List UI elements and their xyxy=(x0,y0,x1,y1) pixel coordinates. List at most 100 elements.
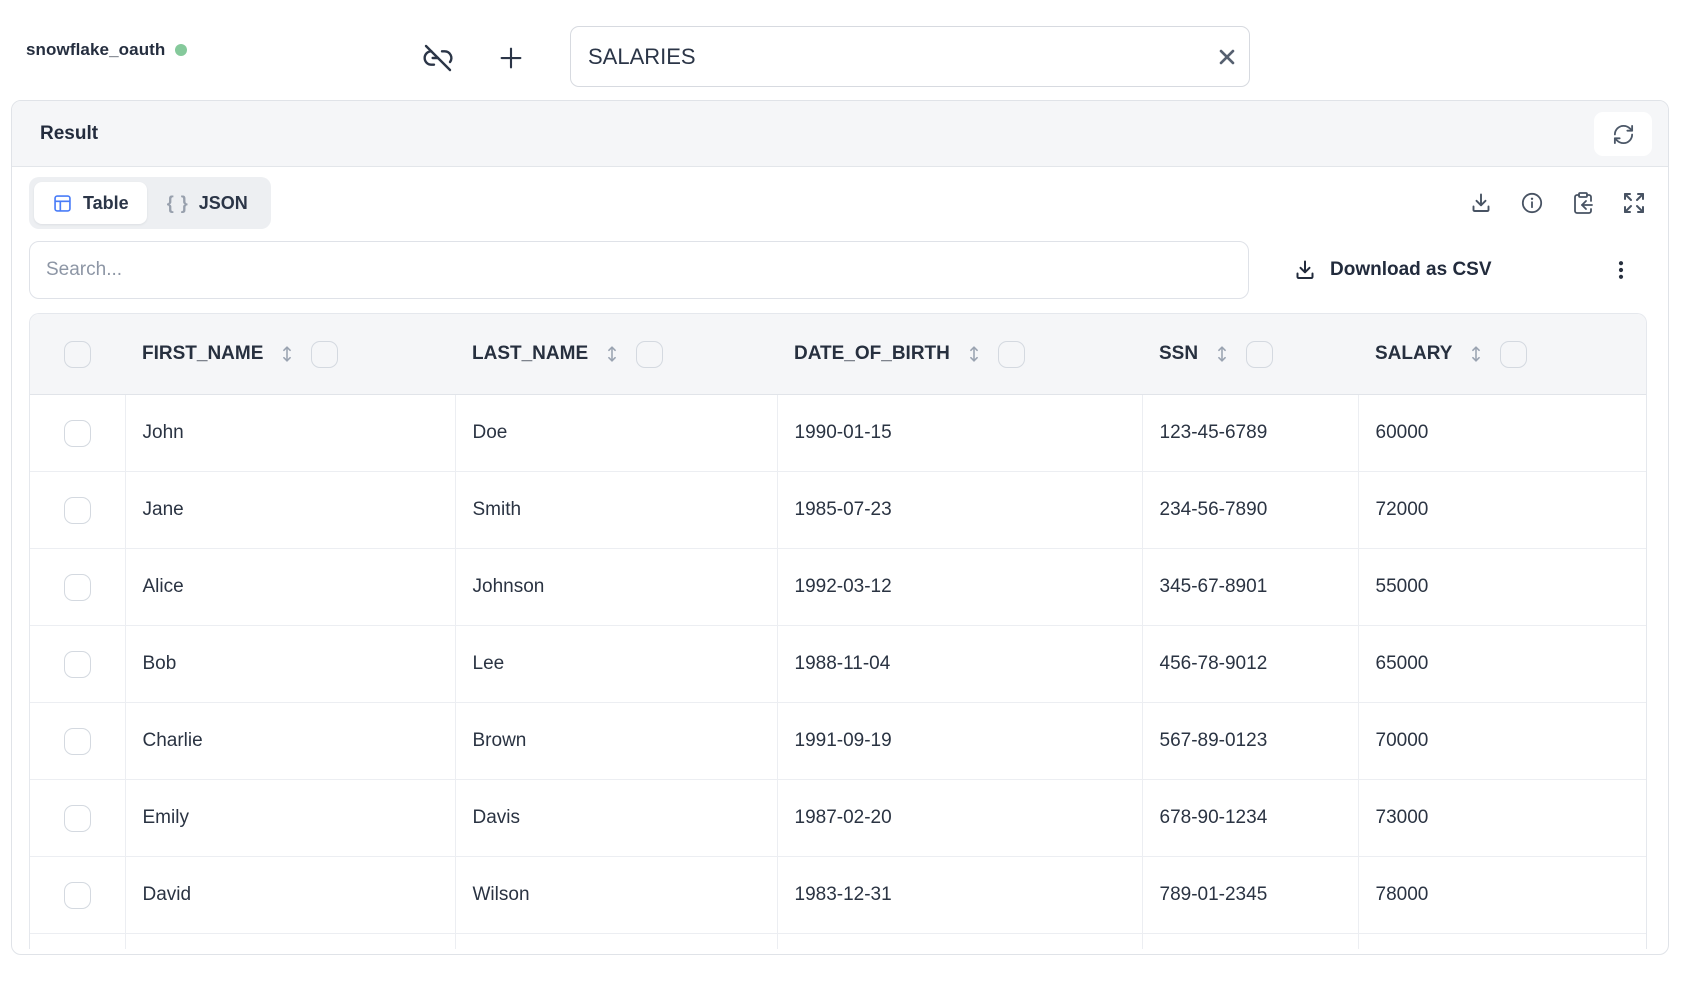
connection-status-dot xyxy=(175,44,187,56)
table-cell: 1983-12-31 xyxy=(777,857,1142,934)
table-body: JohnDoe1990-01-15123-45-678960000JaneSmi… xyxy=(30,395,1647,950)
table-row: JohnDoe1990-01-15123-45-678960000 xyxy=(30,395,1647,472)
table-grid-icon xyxy=(52,193,73,214)
table-cell: Brown xyxy=(455,703,777,780)
table-cell: Lee xyxy=(455,626,777,703)
result-action-icons xyxy=(1469,191,1646,215)
row-checkbox[interactable] xyxy=(64,574,91,601)
download-icon[interactable] xyxy=(1469,191,1493,215)
table-cell: Smith xyxy=(455,472,777,549)
search-toolbar: Download as CSV xyxy=(29,241,1647,299)
sort-icon[interactable] xyxy=(1465,343,1487,365)
column-checkbox[interactable] xyxy=(1246,341,1273,368)
result-table-wrap: FIRST_NAMELAST_NAMEDATE_OF_BIRTHSSNSALAR… xyxy=(29,313,1647,949)
table-cell: 60000 xyxy=(1358,395,1647,472)
unlink-icon[interactable] xyxy=(418,38,458,78)
download-icon xyxy=(1293,258,1317,282)
table-cell: 456-78-9012 xyxy=(1142,626,1358,703)
table-cell: David xyxy=(125,857,455,934)
more-options-icon[interactable] xyxy=(1609,258,1633,282)
table-cell: Wilson xyxy=(455,857,777,934)
download-csv-label: Download as CSV xyxy=(1330,259,1492,281)
add-tab-icon[interactable] xyxy=(492,38,530,78)
table-row: DavidWilson1983-12-31789-01-234578000 xyxy=(30,857,1647,934)
table-cell: Jane xyxy=(125,472,455,549)
table-row: AliceJohnson1992-03-12345-67-890155000 xyxy=(30,549,1647,626)
table-cell: 73000 xyxy=(1358,780,1647,857)
table-name-field xyxy=(570,26,1250,87)
clear-input-icon[interactable] xyxy=(1205,27,1249,86)
table-cell: 65000 xyxy=(1358,626,1647,703)
refresh-icon xyxy=(1612,123,1635,146)
table-cell: Doe xyxy=(455,395,777,472)
tab-table-label: Table xyxy=(83,193,129,214)
column-header-label: LAST_NAME xyxy=(472,343,588,365)
result-table: FIRST_NAMELAST_NAMEDATE_OF_BIRTHSSNSALAR… xyxy=(30,314,1647,949)
table-cell: 1990-01-15 xyxy=(777,395,1142,472)
row-checkbox[interactable] xyxy=(64,651,91,678)
tab-table[interactable]: Table xyxy=(34,182,147,224)
table-cell: 1985-07-23 xyxy=(777,472,1142,549)
table-header-row: FIRST_NAMELAST_NAMEDATE_OF_BIRTHSSNSALAR… xyxy=(30,314,1647,395)
panel-title: Result xyxy=(40,123,98,145)
table-cell: 55000 xyxy=(1358,549,1647,626)
row-checkbox[interactable] xyxy=(64,728,91,755)
refresh-button[interactable] xyxy=(1594,112,1652,156)
result-content: Table { } JSON xyxy=(12,167,1668,949)
tab-json-label: JSON xyxy=(199,193,248,214)
table-cell: 1988-11-04 xyxy=(777,626,1142,703)
table-cell: 1992-03-12 xyxy=(777,549,1142,626)
row-checkbox[interactable] xyxy=(64,497,91,524)
sort-icon[interactable] xyxy=(601,343,623,365)
table-cell: 1987-02-20 xyxy=(777,780,1142,857)
view-toolbar: Table { } JSON xyxy=(29,177,1647,229)
sort-icon[interactable] xyxy=(963,343,985,365)
sort-icon[interactable] xyxy=(276,343,298,365)
connection-name: snowflake_oauth xyxy=(26,40,165,60)
table-row: EmilyDavis1987-02-20678-90-123473000 xyxy=(30,780,1647,857)
expand-icon[interactable] xyxy=(1622,191,1646,215)
row-checkbox[interactable] xyxy=(64,882,91,909)
column-header-label: SALARY xyxy=(1375,343,1452,365)
table-row: BobLee1988-11-04456-78-901265000 xyxy=(30,626,1647,703)
table-cell: Bob xyxy=(125,626,455,703)
clipboard-copy-icon[interactable] xyxy=(1571,191,1595,215)
row-checkbox[interactable] xyxy=(64,805,91,832)
column-header-label: SSN xyxy=(1159,343,1198,365)
table-name-input[interactable] xyxy=(571,44,1205,70)
table-cell: 789-01-2345 xyxy=(1142,857,1358,934)
result-panel: Result xyxy=(11,100,1669,955)
column-header-label: FIRST_NAME xyxy=(142,343,263,365)
table-cell: 78000 xyxy=(1358,857,1647,934)
table-cell: Charlie xyxy=(125,703,455,780)
tab-json[interactable]: { } JSON xyxy=(149,182,266,224)
table-cell: 567-89-0123 xyxy=(1142,703,1358,780)
top-bar: snowflake_oauth xyxy=(0,0,1682,100)
table-cell: Alice xyxy=(125,549,455,626)
column-checkbox[interactable] xyxy=(998,341,1025,368)
sort-icon[interactable] xyxy=(1211,343,1233,365)
table-row-clipped xyxy=(30,934,1647,950)
row-checkbox[interactable] xyxy=(64,420,91,447)
column-checkbox[interactable] xyxy=(1500,341,1527,368)
table-cell: 345-67-8901 xyxy=(1142,549,1358,626)
select-all-checkbox[interactable] xyxy=(64,341,91,368)
download-csv-button[interactable]: Download as CSV xyxy=(1293,258,1492,282)
column-checkbox[interactable] xyxy=(636,341,663,368)
table-cell: Johnson xyxy=(455,549,777,626)
table-cell: 72000 xyxy=(1358,472,1647,549)
search-input[interactable] xyxy=(29,241,1249,299)
connection-indicator: snowflake_oauth xyxy=(26,0,187,100)
table-cell: Davis xyxy=(455,780,777,857)
table-row: JaneSmith1985-07-23234-56-789072000 xyxy=(30,472,1647,549)
table-cell: John xyxy=(125,395,455,472)
column-checkbox[interactable] xyxy=(311,341,338,368)
table-cell: 123-45-6789 xyxy=(1142,395,1358,472)
result-header-bar: Result xyxy=(12,101,1668,167)
table-cell: 70000 xyxy=(1358,703,1647,780)
table-row: CharlieBrown1991-09-19567-89-012370000 xyxy=(30,703,1647,780)
info-icon[interactable] xyxy=(1520,191,1544,215)
table-cell: Emily xyxy=(125,780,455,857)
table-cell: 1991-09-19 xyxy=(777,703,1142,780)
json-braces-icon: { } xyxy=(167,193,189,214)
